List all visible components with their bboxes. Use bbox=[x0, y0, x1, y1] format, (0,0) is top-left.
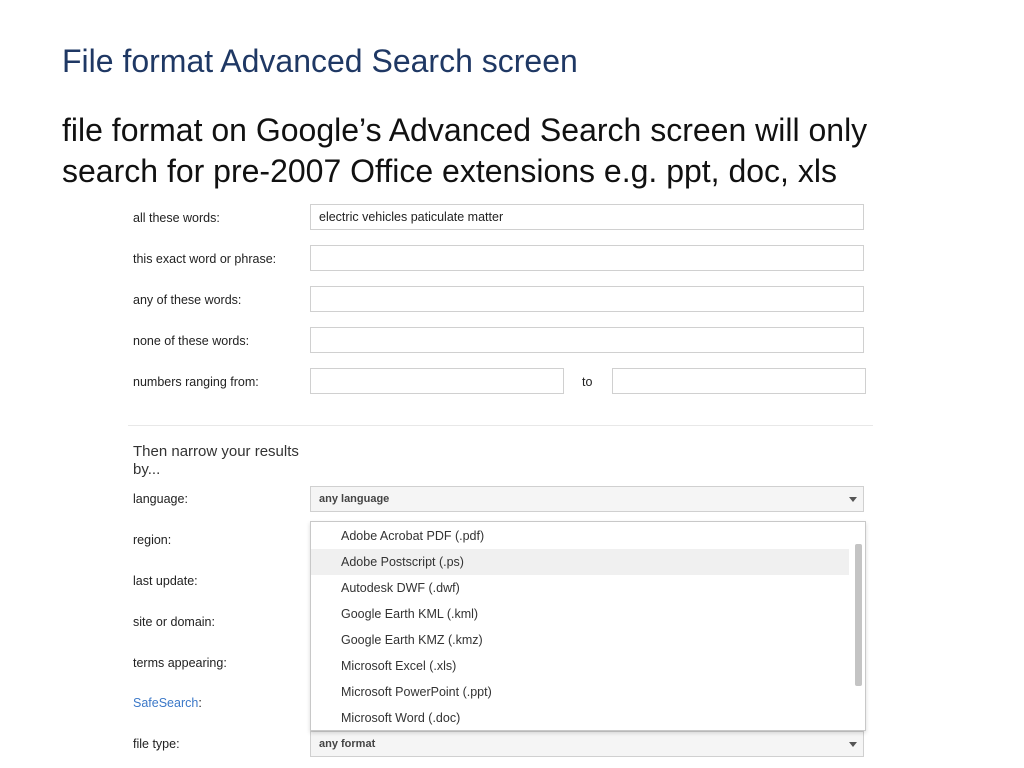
region-label: region: bbox=[133, 533, 172, 547]
chevron-down-icon bbox=[849, 497, 857, 502]
file-type-option-pdf[interactable]: Adobe Acrobat PDF (.pdf) bbox=[311, 523, 849, 549]
narrow-results-heading: Then narrow your results by... bbox=[133, 443, 299, 478]
numbers-range-label: numbers ranging from: bbox=[133, 375, 259, 389]
advanced-search-form: all these words: electric vehicles patic… bbox=[128, 200, 873, 768]
section-divider bbox=[128, 425, 873, 426]
language-select[interactable]: any language bbox=[310, 486, 864, 512]
slide-title: File format Advanced Search screen bbox=[62, 43, 578, 79]
file-type-option-kmz[interactable]: Google Earth KMZ (.kmz) bbox=[311, 627, 849, 653]
safesearch-label: SafeSearch: bbox=[133, 696, 202, 710]
file-type-select[interactable]: any format bbox=[310, 731, 864, 757]
exact-phrase-label: this exact word or phrase: bbox=[133, 252, 277, 266]
slide-body-line-1: file format on Google’s Advanced Search … bbox=[62, 112, 868, 148]
numbers-to-input[interactable] bbox=[612, 368, 866, 394]
file-type-select-value: any format bbox=[319, 738, 376, 750]
slide-body-text: file format on Google’s Advanced Search … bbox=[62, 110, 962, 192]
file-type-dropdown: Adobe Acrobat PDF (.pdf) Adobe Postscrip… bbox=[310, 521, 866, 731]
numbers-from-input[interactable] bbox=[310, 368, 564, 394]
none-words-label: none of these words: bbox=[133, 334, 250, 348]
last-update-label: last update: bbox=[133, 574, 198, 588]
any-words-input[interactable] bbox=[310, 286, 864, 312]
none-words-input[interactable] bbox=[310, 327, 864, 353]
terms-appearing-label: terms appearing: bbox=[133, 656, 227, 670]
slide-body-line-2: search for pre-2007 Office extensions e.… bbox=[62, 153, 837, 189]
file-type-option-ppt[interactable]: Microsoft PowerPoint (.ppt) bbox=[311, 679, 849, 705]
all-words-input[interactable]: electric vehicles paticulate matter bbox=[310, 204, 864, 230]
file-type-option-dwf[interactable]: Autodesk DWF (.dwf) bbox=[311, 575, 849, 601]
safesearch-link[interactable]: SafeSearch bbox=[133, 696, 198, 710]
file-type-option-ps[interactable]: Adobe Postscript (.ps) bbox=[311, 549, 849, 575]
chevron-down-icon bbox=[849, 742, 857, 747]
language-select-value: any language bbox=[319, 493, 390, 505]
file-type-option-xls[interactable]: Microsoft Excel (.xls) bbox=[311, 653, 849, 679]
all-words-label: all these words: bbox=[133, 211, 220, 225]
exact-phrase-input[interactable] bbox=[310, 245, 864, 271]
any-words-label: any of these words: bbox=[133, 293, 242, 307]
file-type-option-doc[interactable]: Microsoft Word (.doc) bbox=[311, 705, 849, 731]
numbers-to-label: to bbox=[582, 375, 593, 389]
dropdown-scrollbar[interactable] bbox=[855, 544, 862, 686]
safesearch-colon: : bbox=[198, 696, 202, 710]
file-type-label: file type: bbox=[133, 737, 180, 751]
language-label: language: bbox=[133, 492, 188, 506]
site-domain-label: site or domain: bbox=[133, 615, 215, 629]
file-type-option-kml[interactable]: Google Earth KML (.kml) bbox=[311, 601, 849, 627]
